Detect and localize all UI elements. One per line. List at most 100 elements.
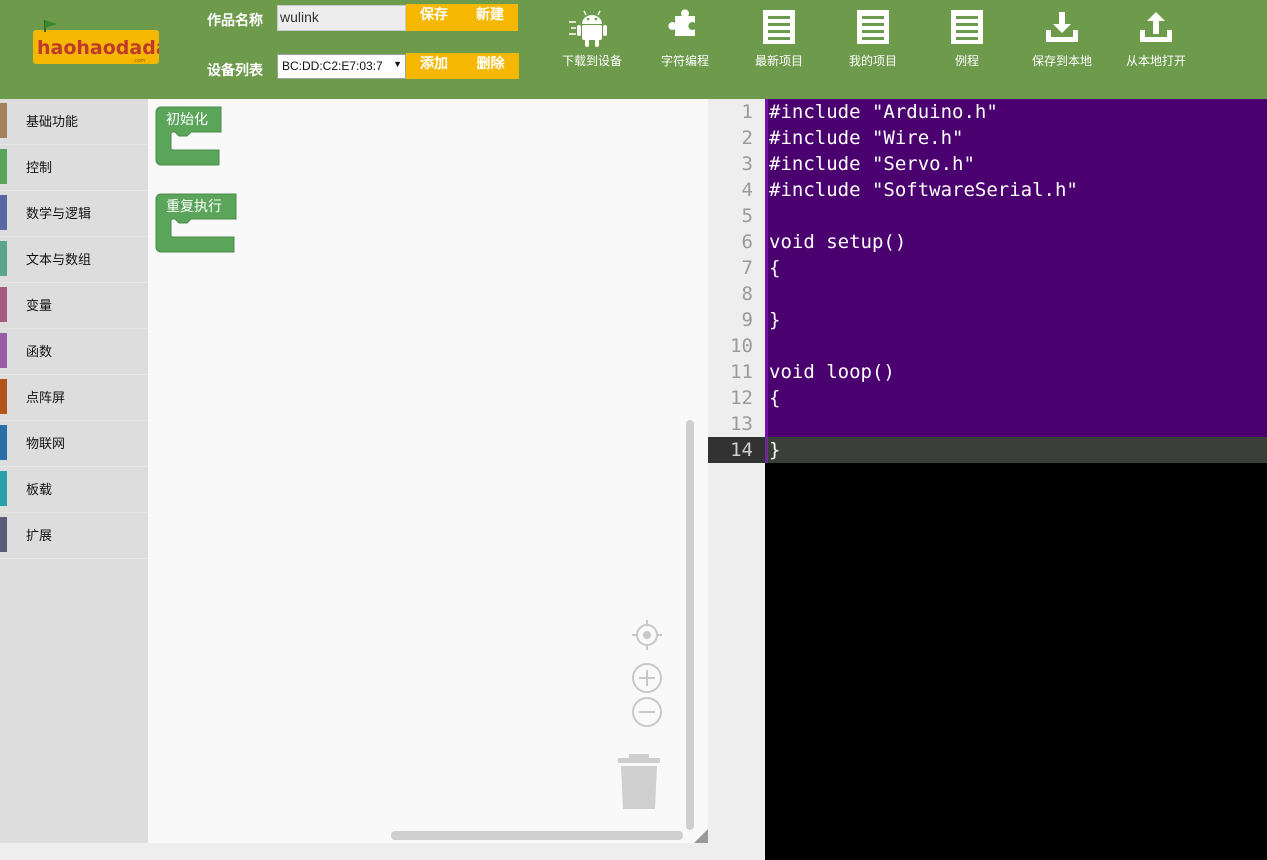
category-onboard[interactable]: 板载 xyxy=(0,467,148,513)
block-toolbox: 基础功能 控制 数学与逻辑 文本与数组 变量 函数 点阵屏 物联网 板载 扩展 xyxy=(0,99,148,843)
category-color-bar xyxy=(0,517,7,552)
line-number: 3 xyxy=(741,153,753,175)
workspace-horizontal-scrollbar[interactable] xyxy=(391,831,683,840)
category-iot[interactable]: 物联网 xyxy=(0,421,148,467)
category-label: 变量 xyxy=(26,299,53,314)
svg-text:.com: .com xyxy=(133,58,145,64)
category-label: 控制 xyxy=(26,161,53,176)
my-projects-tool[interactable]: 我的项目 xyxy=(833,8,913,69)
download-icon xyxy=(1022,8,1102,48)
category-color-bar xyxy=(0,287,7,322)
category-color-bar xyxy=(0,333,7,368)
category-led-matrix[interactable]: 点阵屏 xyxy=(0,375,148,421)
blockly-workspace[interactable]: 初始化 重复执行 xyxy=(148,99,708,843)
category-color-bar xyxy=(0,425,7,460)
list-icon xyxy=(833,8,913,48)
device-select[interactable]: BC:DD:C2:E7:03:7 ▼ xyxy=(277,54,406,79)
add-device-button[interactable]: 添加 xyxy=(406,53,462,79)
save-button[interactable]: 保存 xyxy=(406,4,462,31)
resize-handle[interactable] xyxy=(694,829,708,843)
zoom-out-icon[interactable] xyxy=(632,697,662,727)
category-color-bar xyxy=(0,149,7,184)
category-variables[interactable]: 变量 xyxy=(0,283,148,329)
line-number: 12 xyxy=(730,387,753,409)
haohaodada-logo[interactable]: haohaodada .com xyxy=(33,18,169,66)
tool-label: 最新项目 xyxy=(754,54,803,68)
category-label: 函数 xyxy=(26,345,53,360)
tool-label: 例程 xyxy=(954,54,979,68)
category-label: 扩展 xyxy=(26,529,53,544)
code-line[interactable]: { xyxy=(769,385,780,411)
code-line[interactable]: #include "Arduino.h" xyxy=(769,99,998,125)
category-label: 板载 xyxy=(26,483,53,498)
android-icon xyxy=(552,8,632,48)
category-color-bar xyxy=(0,379,7,414)
tool-label: 从本地打开 xyxy=(1125,54,1186,68)
examples-tool[interactable]: 例程 xyxy=(927,8,1007,69)
line-number: 2 xyxy=(741,127,753,149)
list-icon xyxy=(739,8,819,48)
line-number: 13 xyxy=(730,413,753,435)
code-line[interactable]: { xyxy=(769,255,780,281)
trash-icon[interactable] xyxy=(618,754,660,809)
code-line[interactable]: #include "SoftwareSerial.h" xyxy=(769,177,1078,203)
bottom-strip xyxy=(0,843,765,860)
category-color-bar xyxy=(0,471,7,506)
line-number: 6 xyxy=(741,231,753,253)
category-label: 物联网 xyxy=(26,437,66,452)
device-select-value: BC:DD:C2:E7:03:7 xyxy=(282,59,383,73)
category-extensions[interactable]: 扩展 xyxy=(0,513,148,559)
new-project-button[interactable]: 新建 xyxy=(462,4,518,31)
upload-icon xyxy=(1116,8,1196,48)
setup-block[interactable]: 初始化 xyxy=(155,106,222,166)
zoom-in-icon[interactable] xyxy=(632,663,662,693)
category-color-bar xyxy=(0,103,7,138)
loop-block[interactable]: 重复执行 xyxy=(155,193,237,253)
category-functions[interactable]: 函数 xyxy=(0,329,148,375)
category-label: 基础功能 xyxy=(26,115,79,130)
code-editor[interactable] xyxy=(765,99,1267,860)
chevron-down-icon: ▼ xyxy=(391,59,402,69)
save-local-tool[interactable]: 保存到本地 xyxy=(1022,8,1102,69)
tool-label: 下载到设备 xyxy=(561,54,622,68)
latest-projects-tool[interactable]: 最新项目 xyxy=(739,8,819,69)
puzzle-icon xyxy=(645,8,725,48)
line-number: 8 xyxy=(741,283,753,305)
category-text-array[interactable]: 文本与数组 xyxy=(0,237,148,283)
category-math-logic[interactable]: 数学与逻辑 xyxy=(0,191,148,237)
line-number: 11 xyxy=(730,361,753,383)
list-icon xyxy=(927,8,1007,48)
category-label: 点阵屏 xyxy=(26,391,66,406)
workspace-vertical-scrollbar[interactable] xyxy=(686,420,694,830)
category-label: 文本与数组 xyxy=(26,253,92,268)
delete-device-button[interactable]: 删除 xyxy=(462,53,519,79)
code-line[interactable]: #include "Wire.h" xyxy=(769,125,963,151)
block-label: 初始化 xyxy=(166,111,208,128)
open-local-tool[interactable]: 从本地打开 xyxy=(1116,8,1196,69)
code-line[interactable]: } xyxy=(769,307,780,333)
code-line[interactable]: void loop() xyxy=(769,359,895,385)
project-name-label: 作品名称 xyxy=(207,13,263,29)
line-number: 10 xyxy=(730,335,753,357)
block-label: 重复执行 xyxy=(166,198,222,215)
category-color-bar xyxy=(0,195,7,230)
category-basic[interactable]: 基础功能 xyxy=(0,99,148,145)
line-number: 4 xyxy=(741,179,753,201)
download-to-device-tool[interactable]: 下载到设备 xyxy=(552,8,632,69)
code-line[interactable]: #include "Servo.h" xyxy=(769,151,975,177)
category-color-bar xyxy=(0,241,7,276)
top-header: haohaodada .com 作品名称 wulink 保存 新建 设备列表 B… xyxy=(0,0,1267,99)
category-label: 数学与逻辑 xyxy=(26,207,92,222)
line-number: 5 xyxy=(741,205,753,227)
line-number: 9 xyxy=(741,309,753,331)
code-line[interactable]: void setup() xyxy=(769,229,906,255)
code-line[interactable]: } xyxy=(769,437,780,463)
project-name-input[interactable]: wulink xyxy=(277,5,406,31)
recenter-icon[interactable] xyxy=(632,620,662,650)
text-programming-tool[interactable]: 字符编程 xyxy=(645,8,725,69)
device-list-label: 设备列表 xyxy=(207,63,263,79)
line-number: 14 xyxy=(730,439,753,461)
line-number: 1 xyxy=(741,101,753,123)
line-number: 7 xyxy=(741,257,753,279)
category-control[interactable]: 控制 xyxy=(0,145,148,191)
